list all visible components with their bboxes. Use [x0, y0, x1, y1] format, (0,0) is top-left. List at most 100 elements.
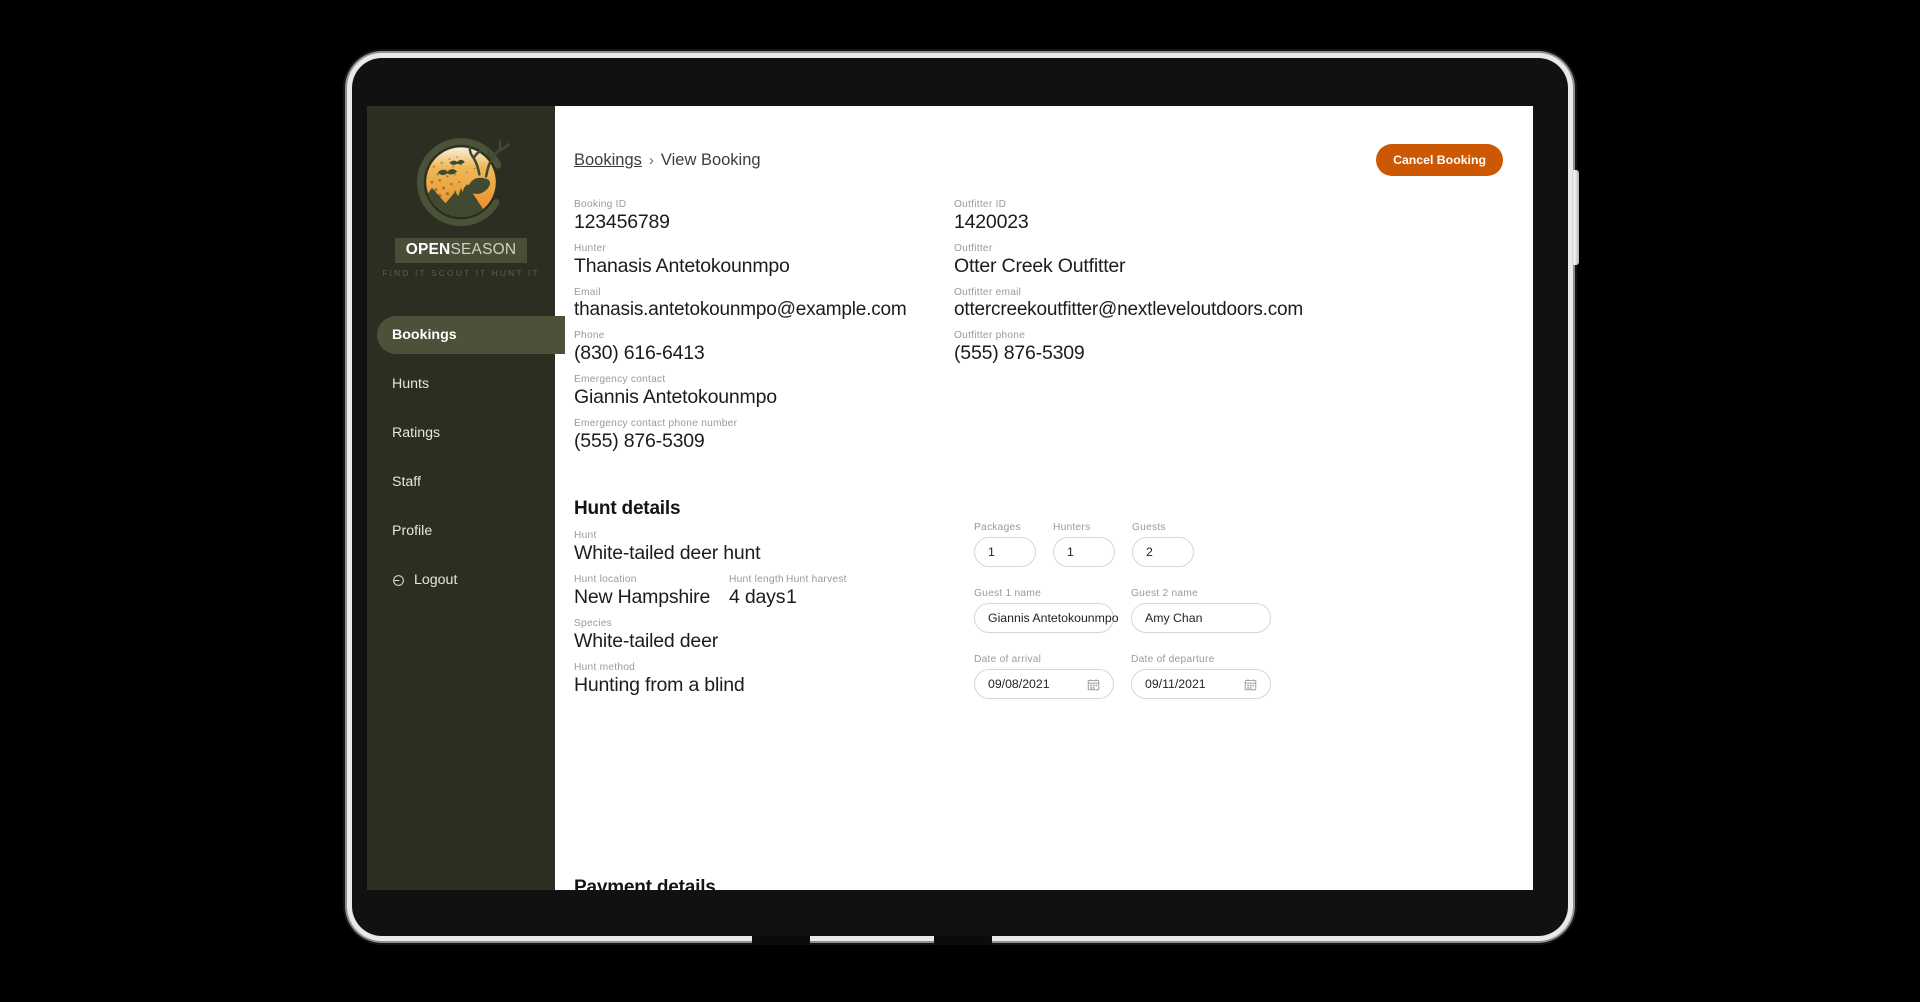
- field-outfitter-id: Outfitter ID 1420023: [954, 199, 1533, 234]
- guest2-label: Guest 2 name: [1131, 588, 1198, 599]
- field-label: Hunt length: [729, 574, 784, 585]
- hunt-details-title: Hunt details: [574, 498, 681, 519]
- arrival-group: Date of arrival 09/08/2021: [974, 654, 1114, 699]
- hunt-meta-row: Hunt location New Hampshire Hunt length …: [574, 574, 964, 618]
- field-label: Hunter: [574, 243, 607, 254]
- field-value: (555) 876-5309: [954, 342, 1085, 364]
- device-bottom-notch: [934, 936, 992, 945]
- field-label: Emergency contact: [574, 374, 666, 385]
- field-label: Emergency contact phone number: [574, 418, 738, 429]
- guest1-label: Guest 1 name: [974, 588, 1041, 599]
- field-label: Booking ID: [574, 199, 627, 210]
- guest2-group: Guest 2 name Amy Chan: [1131, 588, 1271, 633]
- arrival-label: Date of arrival: [974, 654, 1042, 665]
- sidebar-item-ratings[interactable]: Ratings: [367, 414, 555, 452]
- field-value: 123456789: [574, 211, 670, 233]
- guest2-input[interactable]: Amy Chan: [1131, 603, 1271, 633]
- brand-tagline: FIND IT SCOUT IT HUNT IT: [382, 268, 540, 278]
- field-value: 4 days: [729, 586, 786, 608]
- device-bottom-notch: [752, 936, 810, 945]
- field-value: (555) 876-5309: [574, 430, 705, 452]
- breadcrumb-link-bookings[interactable]: Bookings: [574, 151, 642, 169]
- calendar-icon[interactable]: [1244, 678, 1257, 691]
- packages-input[interactable]: 1: [974, 537, 1036, 567]
- field-hunt-method: Hunt method Hunting from a blind: [574, 662, 964, 697]
- sidebar-item-bookings[interactable]: Bookings: [377, 316, 565, 354]
- sidebar-item-label: Staff: [392, 474, 421, 490]
- sidebar-item-logout[interactable]: Logout: [367, 561, 555, 599]
- hunt-details-right: Packages 1 Hunters 1 Guests 2 Guest 1 na…: [964, 498, 1533, 706]
- field-label: Outfitter ID: [954, 199, 1007, 210]
- sidebar-item-staff[interactable]: Staff: [367, 463, 555, 501]
- field-value: White-tailed deer hunt: [574, 542, 761, 564]
- arrival-input[interactable]: 09/08/2021: [974, 669, 1114, 699]
- sidebar-nav: Bookings Hunts Ratings Staff Profile Log…: [367, 316, 565, 599]
- booking-column-left: Booking ID 123456789 Hunter Thanasis Ant…: [574, 199, 944, 462]
- sidebar-item-label: Profile: [392, 523, 433, 539]
- field-value: (830) 616-6413: [574, 342, 705, 364]
- hunt-details-section: Hunt details Hunt White-tailed deer hunt…: [574, 498, 1533, 706]
- field-value: Otter Creek Outfitter: [954, 255, 1126, 277]
- field-hunt-location: Hunt location New Hampshire: [574, 574, 729, 609]
- counts-row: Packages 1 Hunters 1 Guests 2: [974, 522, 1533, 567]
- hunters-label: Hunters: [1053, 522, 1091, 533]
- arrival-value: 09/08/2021: [988, 677, 1050, 691]
- app-screen: OPENSEASON FIND IT SCOUT IT HUNT IT Book…: [367, 106, 1533, 890]
- guests-group: Guests 2: [1132, 522, 1194, 567]
- packages-label: Packages: [974, 522, 1021, 533]
- sidebar-item-hunts[interactable]: Hunts: [367, 365, 555, 403]
- field-label: Phone: [574, 330, 605, 341]
- page-header: Bookings › View Booking Cancel Booking: [574, 144, 1533, 176]
- field-value: Hunting from a blind: [574, 674, 745, 696]
- sidebar-item-profile[interactable]: Profile: [367, 512, 555, 550]
- field-label: Hunt: [574, 530, 597, 541]
- field-label: Outfitter phone: [954, 330, 1026, 341]
- field-value: thanasis.antetokounmpo@example.com: [574, 299, 907, 320]
- field-hunt-harvest: Hunt harvest 1: [786, 574, 847, 609]
- calendar-icon[interactable]: [1087, 678, 1100, 691]
- field-label: Email: [574, 287, 601, 298]
- field-hunt-length: Hunt length 4 days: [729, 574, 786, 609]
- brand-word-open: OPEN: [405, 241, 451, 258]
- departure-input[interactable]: 09/11/2021: [1131, 669, 1271, 699]
- field-label: Hunt location: [574, 574, 637, 585]
- field-hunter: Hunter Thanasis Antetokounmpo: [574, 243, 944, 278]
- field-outfitter-email: Outfitter email ottercreekoutfitter@next…: [954, 287, 1533, 321]
- hunters-input[interactable]: 1: [1053, 537, 1115, 567]
- field-value: Giannis Antetokounmpo: [574, 386, 777, 408]
- sidebar-item-label: Hunts: [392, 376, 430, 392]
- guest1-input[interactable]: Giannis Antetokounmpo: [974, 603, 1119, 633]
- brand-word-season: SEASON: [450, 241, 517, 258]
- departure-value: 09/11/2021: [1145, 677, 1206, 691]
- sidebar-item-label: Logout: [414, 572, 458, 588]
- field-booking-id: Booking ID 123456789: [574, 199, 944, 234]
- field-label: Hunt harvest: [786, 574, 847, 585]
- payment-details-title: Payment details: [574, 877, 716, 890]
- field-emergency-contact: Emergency contact Giannis Antetokounmpo: [574, 374, 944, 409]
- main-content: Bookings › View Booking Cancel Booking Boo…: [555, 106, 1533, 890]
- guests-input[interactable]: 2: [1132, 537, 1194, 567]
- field-value: Thanasis Antetokounmpo: [574, 255, 790, 277]
- field-label: Outfitter email: [954, 287, 1022, 298]
- hunt-details-left: Hunt details Hunt White-tailed deer hunt…: [574, 498, 964, 706]
- device-side-button[interactable]: [1572, 170, 1579, 265]
- field-hunt: Hunt White-tailed deer hunt: [574, 530, 964, 565]
- field-emergency-phone: Emergency contact phone number (555) 876…: [574, 418, 944, 453]
- field-value: White-tailed deer: [574, 630, 719, 652]
- dates-row: Date of arrival 09/08/2021 Date of depar…: [974, 654, 1533, 699]
- cancel-booking-button[interactable]: Cancel Booking: [1376, 144, 1503, 176]
- field-outfitter: Outfitter Otter Creek Outfitter: [954, 243, 1533, 278]
- brand-logo[interactable]: OPENSEASON FIND IT SCOUT IT HUNT IT: [367, 106, 555, 278]
- sidebar-item-label: Bookings: [392, 327, 457, 343]
- breadcrumb-separator-icon: ›: [648, 151, 654, 169]
- open-season-logo-icon: [417, 138, 510, 227]
- field-phone: Phone (830) 616-6413: [574, 330, 944, 365]
- sidebar: OPENSEASON FIND IT SCOUT IT HUNT IT Book…: [367, 106, 565, 890]
- breadcrumb: Bookings › View Booking: [574, 151, 761, 170]
- field-value: New Hampshire: [574, 586, 711, 608]
- guest1-group: Guest 1 name Giannis Antetokounmpo: [974, 588, 1119, 633]
- field-value: 1420023: [954, 211, 1029, 233]
- logout-icon: [393, 574, 404, 586]
- booking-summary: Booking ID 123456789 Hunter Thanasis Ant…: [574, 199, 1533, 462]
- packages-group: Packages 1: [974, 522, 1036, 567]
